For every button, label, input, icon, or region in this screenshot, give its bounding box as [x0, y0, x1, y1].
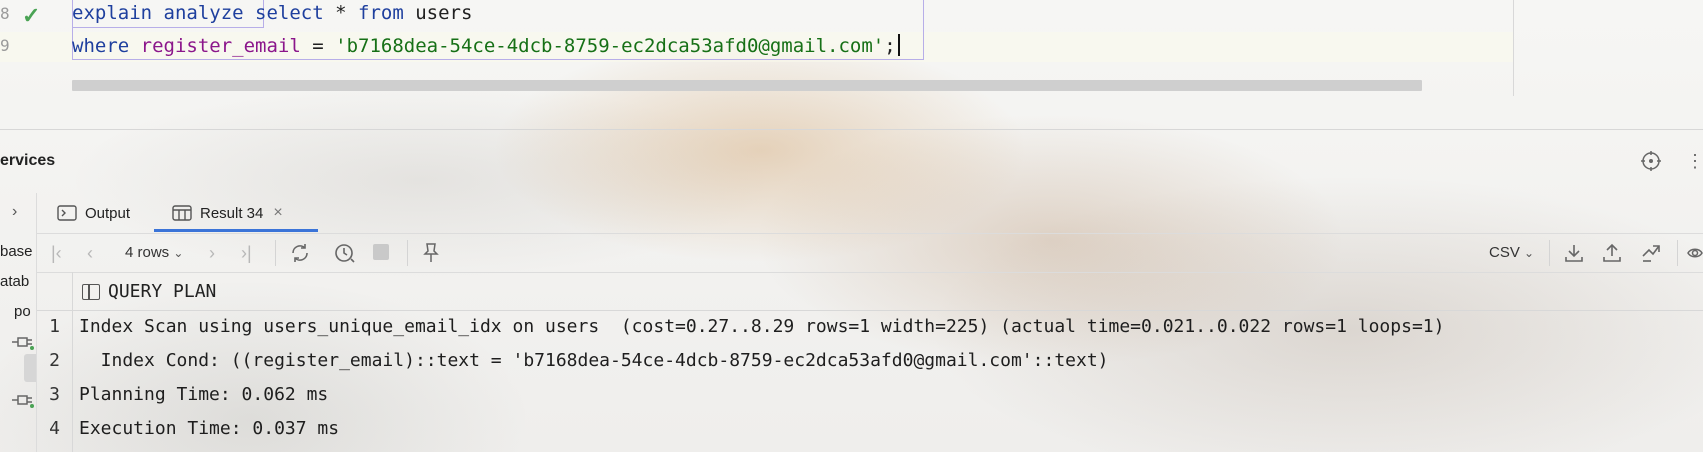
table-cell[interactable]: Index Cond: ((register_email)::text = 'b…: [79, 350, 1109, 371]
keyword: select: [255, 2, 324, 24]
column-header-label: QUERY PLAN: [108, 281, 217, 302]
line-number: 8: [0, 4, 10, 23]
history-icon[interactable]: [333, 242, 357, 264]
row-number: 3: [49, 384, 60, 405]
rows-count-label: 4 rows: [125, 244, 170, 261]
last-page-icon[interactable]: ›|: [241, 244, 252, 262]
selected-tree-item[interactable]: [24, 354, 36, 382]
sql-editor[interactable]: 8 9 ✓ explain analyze select * from user…: [0, 0, 1703, 96]
row-number: 2: [49, 350, 60, 371]
close-icon[interactable]: ×: [273, 204, 282, 222]
tree-item[interactable]: base: [0, 243, 33, 260]
semicolon: ;: [884, 35, 896, 57]
toolbar-separator: [1677, 240, 1678, 266]
operator: *: [323, 2, 359, 24]
previous-page-icon[interactable]: ‹: [87, 244, 93, 262]
services-tree: ›: [0, 193, 36, 452]
pin-icon[interactable]: [421, 242, 441, 264]
chevron-right-icon[interactable]: ›: [12, 203, 17, 221]
column-name: register_email: [140, 35, 301, 57]
table-row[interactable]: 1 Index Scan using users_unique_email_id…: [37, 310, 1703, 344]
stop-icon[interactable]: [373, 244, 389, 260]
right-margin-guide: [1513, 0, 1514, 96]
refresh-icon[interactable]: [289, 242, 311, 264]
keyword: from: [358, 2, 404, 24]
toolbar-separator: [1549, 240, 1550, 266]
row-number: 4: [49, 418, 60, 439]
terminal-icon: [57, 205, 77, 221]
view-icon[interactable]: [1687, 242, 1703, 264]
result-tabs: Output Result 34 ×: [37, 193, 1703, 234]
next-page-icon[interactable]: ›: [209, 244, 215, 262]
panel-divider[interactable]: [0, 129, 1703, 130]
tab-label: Output: [85, 204, 131, 222]
keyword: explain analyze: [72, 2, 244, 24]
export-format-label: CSV: [1489, 244, 1520, 261]
export-format-dropdown[interactable]: CSV ⌄: [1489, 244, 1534, 261]
chevron-down-icon: ⌄: [173, 246, 184, 260]
horizontal-scrollbar[interactable]: [72, 80, 1422, 91]
code-line-2[interactable]: where register_email = 'b7168dea-54ce-4d…: [72, 34, 900, 57]
crosshair-icon[interactable]: [1640, 150, 1662, 172]
tree-item[interactable]: po: [14, 303, 31, 320]
toolbar-separator: [275, 240, 276, 266]
table-row[interactable]: 4 Execution Time: 0.037 ms: [37, 412, 1703, 446]
toolbar-separator: [407, 240, 408, 266]
checkmark-icon[interactable]: ✓: [22, 3, 40, 29]
row-number: 1: [49, 316, 60, 337]
table-cell[interactable]: Execution Time: 0.037 ms: [79, 418, 339, 439]
active-tab-indicator: [154, 229, 318, 232]
tab-output[interactable]: Output: [57, 193, 130, 233]
first-page-icon[interactable]: |‹: [51, 244, 62, 262]
table-icon: [172, 205, 192, 221]
connection-icon[interactable]: [12, 392, 34, 408]
services-panel-title: ervices: [0, 152, 56, 169]
line-number: 9: [0, 36, 10, 55]
column-icon: [82, 283, 100, 300]
result-toolbar: |‹ ‹ 4 rows ⌄ › ›| CSV ⌄: [37, 234, 1703, 273]
upload-icon[interactable]: [1601, 242, 1623, 264]
compare-icon[interactable]: [1639, 242, 1663, 264]
rows-count-dropdown[interactable]: 4 rows ⌄: [125, 244, 183, 261]
keyword: where: [72, 35, 130, 57]
tab-label: Result 34: [200, 204, 264, 222]
grid-header: QUERY PLAN: [37, 272, 1703, 311]
more-options-icon[interactable]: ⋮: [1686, 150, 1703, 172]
string-literal: 'b7168dea-54ce-4dcb-8759-ec2dca53afd0@gm…: [335, 35, 885, 57]
column-header-query-plan[interactable]: QUERY PLAN: [82, 281, 216, 302]
download-icon[interactable]: [1563, 242, 1585, 264]
table-cell[interactable]: Index Scan using users_unique_email_idx …: [79, 316, 1444, 337]
code-line-1[interactable]: explain analyze select * from users: [72, 2, 472, 24]
table-cell[interactable]: Planning Time: 0.062 ms: [79, 384, 328, 405]
chevron-down-icon: ⌄: [1524, 246, 1535, 260]
text-caret: [897, 34, 900, 56]
tab-result-34[interactable]: Result 34 ×: [172, 193, 283, 233]
table-row[interactable]: 3 Planning Time: 0.062 ms: [37, 378, 1703, 412]
operator: =: [300, 35, 336, 57]
connection-icon[interactable]: [12, 334, 34, 350]
table-row[interactable]: 2 Index Cond: ((register_email)::text = …: [37, 344, 1703, 378]
tree-item[interactable]: atab: [0, 273, 29, 290]
table-name: users: [403, 2, 473, 24]
